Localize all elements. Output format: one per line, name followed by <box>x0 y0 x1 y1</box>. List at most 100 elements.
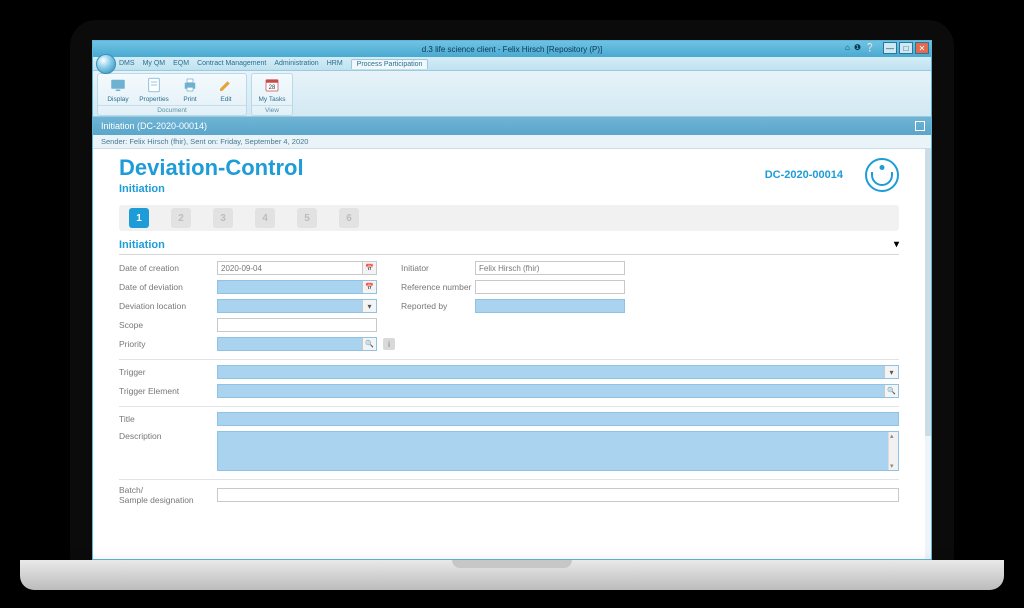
page-title: Deviation-Control <box>119 155 304 181</box>
home-icon[interactable]: ⌂ <box>845 43 850 52</box>
window-buttons: — □ ✕ <box>883 42 929 54</box>
section-header-initiation[interactable]: Initiation ▾ <box>119 239 899 255</box>
laptop-bezel: d.3 life science client - Felix Hirsch [… <box>70 20 954 560</box>
label-initiator: Initiator <box>401 263 469 273</box>
step-1[interactable]: 1 <box>129 208 149 228</box>
laptop-base <box>20 560 1004 590</box>
input-date-of-creation[interactable]: 2020-09-04 <box>217 261 377 275</box>
step-5[interactable]: 5 <box>297 208 317 228</box>
label-date-of-creation: Date of creation <box>119 263 211 273</box>
maximize-pane-icon[interactable] <box>915 121 925 131</box>
label-trigger-element: Trigger Element <box>119 386 211 396</box>
collapse-icon[interactable]: ▾ <box>894 239 899 250</box>
select-trigger[interactable] <box>217 365 899 379</box>
form-body: Deviation-Control Initiation DC-2020-000… <box>93 149 925 559</box>
label-reference-number: Reference number <box>401 282 469 292</box>
laptop-notch <box>452 560 572 568</box>
edit-icon <box>217 76 235 94</box>
window-titlebar: d.3 life science client - Felix Hirsch [… <box>93 41 931 57</box>
ribbon-group-view: 28 My Tasks View <box>251 73 293 116</box>
ribbon-display-button[interactable]: Display <box>101 76 135 103</box>
label-scope: Scope <box>119 320 211 330</box>
ribbon-properties-button[interactable]: Properties <box>137 76 171 103</box>
lookup-trigger-element[interactable] <box>217 384 899 398</box>
menu-my-qm[interactable]: My QM <box>143 60 166 67</box>
calendar-picker-icon[interactable] <box>362 281 376 293</box>
properties-icon <box>145 76 163 94</box>
label-reported-by: Reported by <box>401 301 469 311</box>
form-header: Deviation-Control Initiation DC-2020-000… <box>119 155 899 195</box>
ribbon-my-tasks-button[interactable]: 28 My Tasks <box>255 76 289 103</box>
field-grid: Date of creation 2020-09-04 Initiator Fe… <box>119 261 899 351</box>
step-indicator: 1 2 3 4 5 6 <box>119 205 899 231</box>
divider <box>119 359 899 360</box>
input-reported-by[interactable] <box>475 299 625 313</box>
menu-hrm[interactable]: HRM <box>327 60 343 67</box>
ribbon-edit-button[interactable]: Edit <box>209 76 243 103</box>
step-2[interactable]: 2 <box>171 208 191 228</box>
sender-info-text: Sender: Felix Hirsch (fhir), Sent on: Fr… <box>101 137 308 146</box>
calendar-icon: 28 <box>263 76 281 94</box>
menu-dms[interactable]: DMS <box>119 60 135 67</box>
input-scope[interactable] <box>217 318 377 332</box>
scrollbar-thumb[interactable] <box>925 149 931 436</box>
search-icon[interactable] <box>884 385 898 397</box>
minimize-button[interactable]: — <box>883 42 897 54</box>
chevron-down-icon[interactable] <box>884 366 898 378</box>
lookup-priority[interactable] <box>217 337 377 351</box>
ribbon-group-document-label: Document <box>98 105 246 115</box>
label-deviation-location: Deviation location <box>119 301 211 311</box>
label-trigger: Trigger <box>119 367 211 377</box>
ribbon: Display Properties Print Edit <box>93 71 931 117</box>
step-4[interactable]: 4 <box>255 208 275 228</box>
ribbon-group-document: Display Properties Print Edit <box>97 73 247 116</box>
label-date-of-deviation: Date of deviation <box>119 282 211 292</box>
page-subtitle: Initiation <box>119 183 304 195</box>
window-title: d.3 life science client - Felix Hirsch [… <box>422 45 603 54</box>
input-title[interactable] <box>217 412 899 426</box>
input-batch[interactable] <box>217 488 899 502</box>
menu-administration[interactable]: Administration <box>274 60 318 67</box>
label-description: Description <box>119 431 211 441</box>
input-reference-number[interactable] <box>475 280 625 294</box>
label-priority: Priority <box>119 339 211 349</box>
display-icon <box>109 76 127 94</box>
menu-process-participation[interactable]: Process Participation <box>351 59 429 69</box>
ribbon-print-button[interactable]: Print <box>173 76 207 103</box>
priority-info-icon[interactable]: i <box>383 338 395 350</box>
system-tray-icons: ⌂ ❶ ❔ <box>845 43 875 52</box>
label-title: Title <box>119 414 211 424</box>
app-window: d.3 life science client - Felix Hirsch [… <box>92 40 932 560</box>
menu-contract-management[interactable]: Contract Management <box>197 60 266 67</box>
sender-info-bar: Sender: Felix Hirsch (fhir), Sent on: Fr… <box>93 135 931 149</box>
document-title-bar: Initiation (DC-2020-00014) <box>93 117 931 135</box>
laptop-frame: d.3 life science client - Felix Hirsch [… <box>70 20 954 560</box>
document-number: DC-2020-00014 <box>765 169 843 181</box>
ribbon-group-view-label: View <box>252 105 292 115</box>
input-date-of-deviation[interactable] <box>217 280 377 294</box>
divider <box>119 406 899 407</box>
close-button[interactable]: ✕ <box>915 42 929 54</box>
menu-eqm[interactable]: EQM <box>173 60 189 67</box>
divider <box>119 479 899 480</box>
menu-bar: DMS My QM EQM Contract Management Admini… <box>93 57 931 71</box>
input-initiator[interactable]: Felix Hirsch (fhir) <box>475 261 625 275</box>
search-icon[interactable] <box>362 338 376 350</box>
svg-text:28: 28 <box>269 85 276 91</box>
textarea-description[interactable] <box>217 431 899 471</box>
scrollbar[interactable] <box>888 432 898 470</box>
document-title: Initiation (DC-2020-00014) <box>101 121 207 131</box>
chevron-down-icon[interactable] <box>362 300 376 312</box>
maximize-button[interactable]: □ <box>899 42 913 54</box>
select-deviation-location[interactable] <box>217 299 377 313</box>
calendar-picker-icon[interactable] <box>362 262 376 274</box>
step-6[interactable]: 6 <box>339 208 359 228</box>
app-orb-icon[interactable] <box>96 54 116 74</box>
help-icon[interactable]: ❔ <box>865 43 875 52</box>
step-3[interactable]: 3 <box>213 208 233 228</box>
print-icon <box>181 76 199 94</box>
user-icon[interactable]: ❶ <box>854 43 861 52</box>
company-logo-icon <box>865 158 899 192</box>
label-batch: Batch/ Sample designation <box>119 485 211 505</box>
vertical-scrollbar[interactable] <box>925 149 931 559</box>
